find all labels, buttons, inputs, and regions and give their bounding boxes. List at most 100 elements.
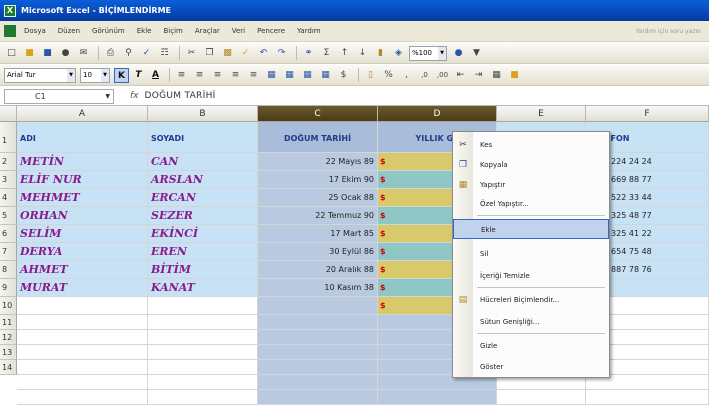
menu-data[interactable]: Veri	[232, 27, 245, 35]
column-header-e[interactable]: E	[497, 106, 586, 122]
hyperlink-icon[interactable]: ⚭	[301, 46, 316, 61]
row-header-8[interactable]: 8	[0, 261, 17, 279]
cell-empty[interactable]	[258, 360, 378, 375]
justify-icon[interactable]: ≡	[228, 68, 243, 83]
research-icon[interactable]: ☶	[157, 46, 172, 61]
menu-item-format-cells[interactable]: ▤ Hücreleri Biçimlendir...	[453, 290, 609, 310]
menu-item-paste-special[interactable]: Özel Yapıştır...	[453, 194, 609, 214]
cell-name[interactable]: ELİF NUR	[17, 171, 148, 189]
currency-style-icon[interactable]: ▯	[363, 68, 378, 83]
increase-decimal-icon[interactable]: ,0	[417, 68, 432, 83]
cell-empty[interactable]	[17, 345, 148, 360]
format-painter-icon[interactable]: ✓	[238, 46, 253, 61]
cell-surname[interactable]: ARSLAN	[148, 171, 258, 189]
cell-empty[interactable]	[17, 315, 148, 330]
cell-empty[interactable]	[148, 375, 258, 390]
menu-insert[interactable]: Ekle	[137, 27, 152, 35]
increase-indent-icon[interactable]: ⇥	[471, 68, 486, 83]
menu-item-column-width[interactable]: Sütun Genişliği...	[453, 312, 609, 332]
permission-icon[interactable]: ●	[58, 46, 73, 61]
row-header-5[interactable]: 5	[0, 207, 17, 225]
cell-birthdate[interactable]: 25 Ocak 88	[258, 189, 378, 207]
formula-input[interactable]: DOĞUM TARİHİ	[145, 91, 216, 101]
cell-name[interactable]: METİN	[17, 153, 148, 171]
merge-center-icon[interactable]: ▦	[264, 68, 279, 83]
merge-across-icon[interactable]: ▦	[300, 68, 315, 83]
percent-style-icon[interactable]: %	[381, 68, 396, 83]
cell-empty[interactable]	[17, 330, 148, 345]
column-header-a[interactable]: A	[17, 106, 148, 122]
cell-empty[interactable]	[17, 360, 148, 375]
name-box[interactable]: C1 ▼	[4, 88, 114, 104]
menu-tools[interactable]: Araçlar	[195, 27, 220, 35]
menu-window[interactable]: Pencere	[257, 27, 285, 35]
paste-icon[interactable]: ▩	[220, 46, 235, 61]
row-header-13[interactable]: 13	[0, 345, 17, 360]
new-icon[interactable]: □	[4, 46, 19, 61]
row-header-6[interactable]: 6	[0, 225, 17, 243]
cell-empty[interactable]	[17, 390, 148, 405]
cell-empty[interactable]	[258, 390, 378, 405]
cell-empty[interactable]	[497, 390, 586, 405]
merge-cells-icon[interactable]: ▦	[282, 68, 297, 83]
header-cell-birthdate[interactable]: DOĞUM TARİHİ	[258, 122, 378, 153]
cell-name[interactable]: MURAT	[17, 279, 148, 297]
cell-empty[interactable]	[148, 330, 258, 345]
cell-birthdate[interactable]: 17 Ekim 90	[258, 171, 378, 189]
menu-format[interactable]: Biçim	[163, 27, 182, 35]
decrease-indent-icon[interactable]: ⇤	[453, 68, 468, 83]
chevron-down-icon[interactable]: ▼	[438, 46, 446, 60]
cell-empty[interactable]	[17, 375, 148, 390]
cell-empty[interactable]	[17, 297, 148, 315]
comma-style-icon[interactable]: ,	[399, 68, 414, 83]
autosum-icon[interactable]: Σ	[319, 46, 334, 61]
decrease-decimal-icon[interactable]: ,00	[435, 68, 450, 83]
cell-birthdate[interactable]: 20 Aralık 88	[258, 261, 378, 279]
row-header-2[interactable]: 2	[0, 153, 17, 171]
spelling-icon[interactable]: ✓	[139, 46, 154, 61]
undo-icon[interactable]: ↶	[256, 46, 271, 61]
column-header-c[interactable]: C	[258, 106, 378, 122]
cell-surname[interactable]: EKİNCİ	[148, 225, 258, 243]
row-header-10[interactable]: 10	[0, 297, 17, 315]
menu-view[interactable]: Görünüm	[92, 27, 125, 35]
row-header-14[interactable]: 14	[0, 360, 17, 375]
column-header-d[interactable]: D	[378, 106, 497, 122]
chevron-down-icon[interactable]: ▼	[101, 68, 109, 82]
italic-button[interactable]: T	[131, 68, 146, 83]
align-left-icon[interactable]: ≡	[174, 68, 189, 83]
column-header-b[interactable]: B	[148, 106, 258, 122]
document-icon[interactable]	[4, 25, 16, 37]
row-header-1[interactable]: 1	[0, 122, 17, 153]
row-header-7[interactable]: 7	[0, 243, 17, 261]
cell-name[interactable]: DERYA	[17, 243, 148, 261]
row-header-3[interactable]: 3	[0, 171, 17, 189]
copy-icon[interactable]: ❐	[202, 46, 217, 61]
chevron-down-icon[interactable]: ▼	[105, 90, 110, 103]
sort-ascending-icon[interactable]: ↑	[337, 46, 352, 61]
help-icon[interactable]: ●	[451, 46, 466, 61]
email-icon[interactable]: ✉	[76, 46, 91, 61]
cell-birthdate[interactable]: 22 Mayıs 89	[258, 153, 378, 171]
cell-empty[interactable]	[378, 390, 497, 405]
menu-file[interactable]: Dosya	[24, 27, 46, 35]
cell-surname[interactable]: SEZER	[148, 207, 258, 225]
row-header-4[interactable]: 4	[0, 189, 17, 207]
menu-item-unhide[interactable]: Göster	[453, 357, 609, 377]
chevron-down-icon[interactable]: ▼	[67, 68, 75, 82]
cell-surname[interactable]: KANAT	[148, 279, 258, 297]
bold-button[interactable]: K	[114, 67, 129, 83]
cell-name[interactable]: SELİM	[17, 225, 148, 243]
align-center-icon[interactable]: ≡	[192, 68, 207, 83]
chart-wizard-icon[interactable]: ▮	[373, 46, 388, 61]
header-cell-name[interactable]: ADI	[17, 122, 148, 153]
cell-surname[interactable]: EREN	[148, 243, 258, 261]
font-size-select[interactable]: 10 ▼	[80, 67, 110, 83]
cell-empty[interactable]	[148, 297, 258, 315]
underline-button[interactable]: A	[148, 68, 163, 83]
cell-empty[interactable]	[148, 345, 258, 360]
cell-empty[interactable]	[258, 330, 378, 345]
cell-empty[interactable]	[148, 390, 258, 405]
header-cell-surname[interactable]: SOYADI	[148, 122, 258, 153]
print-preview-icon[interactable]: ⚲	[121, 46, 136, 61]
